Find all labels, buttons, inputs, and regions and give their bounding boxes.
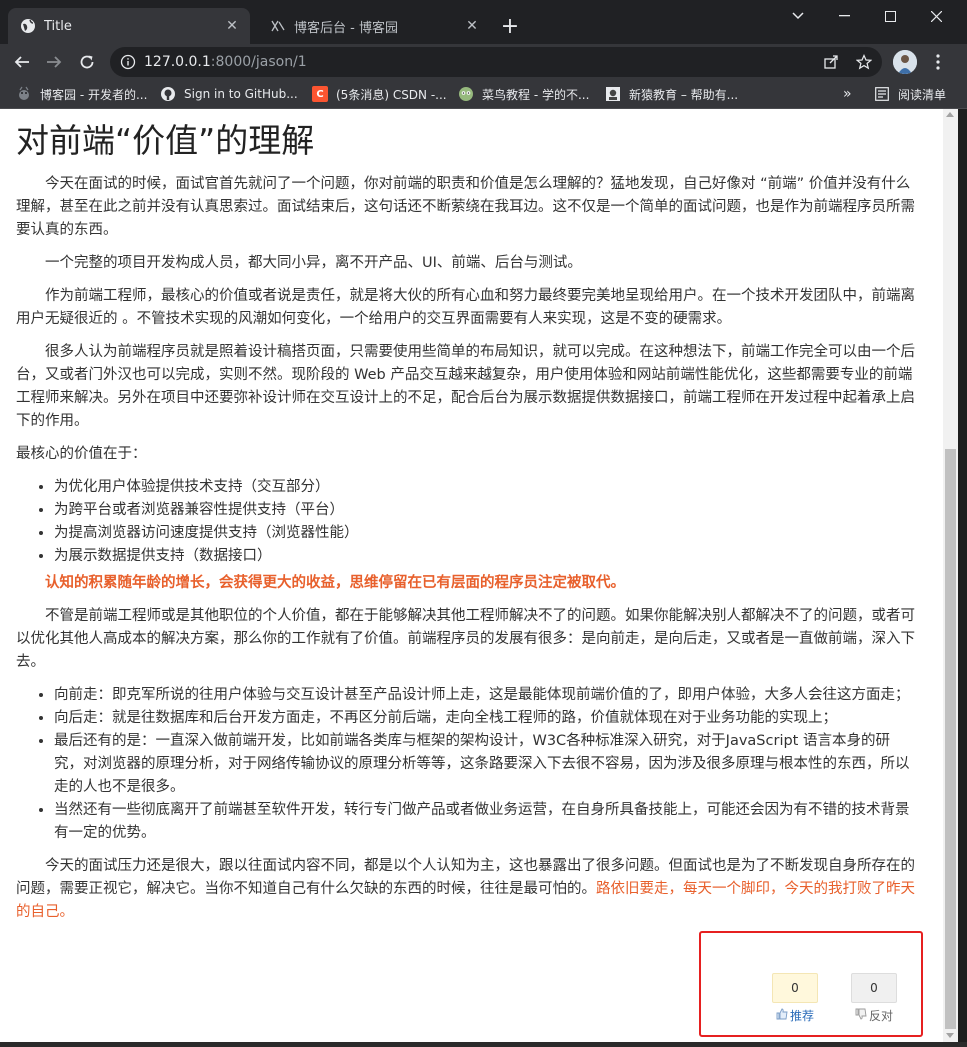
- profile-avatar[interactable]: [893, 50, 917, 74]
- reading-list-label: 阅读清单: [898, 87, 947, 102]
- bookmark-label: 菜鸟教程 - 学的不...: [482, 87, 590, 102]
- more-menu-icon[interactable]: [928, 50, 948, 74]
- tab-search-icon[interactable]: [775, 0, 821, 32]
- scrollbar-thumb[interactable]: [945, 449, 956, 1029]
- tab-label: 博客后台 - 博客园: [294, 20, 398, 36]
- list-item: 当然还有一些彻底离开了前端甚至软件开发，转行专门做产品或者做业务运营，在自身所具…: [54, 799, 916, 845]
- maximize-icon[interactable]: [867, 0, 913, 32]
- info-icon[interactable]: [120, 54, 136, 70]
- reading-list-button[interactable]: 阅读清单: [874, 84, 946, 104]
- bookmark-xinyuan[interactable]: 新猿教育 – 帮助有...: [605, 84, 738, 104]
- vote-box: 0 推荐 0 反对: [699, 931, 923, 1037]
- paragraph: 不管是前端工程师或是其他职位的个人价值，都在于能够解决其他工程师解决不了的问题。…: [16, 608, 915, 670]
- emphasis-text: 认知的积累随年龄的增长，会获得更大的收益，思维停留在已有层面的程序员注定被取代。: [45, 575, 625, 591]
- bookmarks-bar: 博客园 - 开发者的... Sign in to GitHub... C (5条…: [0, 80, 967, 109]
- page-viewport: 对前端“价值”的理解 今天在面试的时候，面试官首先就问了一个问题，你对前端的职责…: [0, 109, 943, 1042]
- cnblogs-icon: [270, 18, 286, 34]
- paragraph: 作为前端工程师，最核心的价值或者说是责任，就是将大伙的所有心血和努力最终要完美地…: [16, 288, 915, 327]
- new-tab-button[interactable]: +: [498, 14, 522, 39]
- article: 对前端“价值”的理解 今天在面试的时候，面试官首先就问了一个问题，你对前端的职责…: [16, 119, 916, 934]
- digg-label: 推荐: [789, 1009, 814, 1023]
- background-window-edge: [958, 109, 967, 1042]
- core-value-label: 最核心的价值在于：: [16, 446, 147, 462]
- close-tab-icon[interactable]: ✕: [222, 16, 242, 36]
- article-title: 对前端“价值”的理解: [16, 121, 315, 160]
- scroll-up-arrow-icon[interactable]: [946, 112, 954, 117]
- more-bookmarks-button[interactable]: »: [843, 84, 852, 104]
- digg-count: 0: [772, 973, 818, 1003]
- reload-icon[interactable]: [73, 48, 101, 76]
- url-host: 127.0.0.1: [144, 54, 211, 70]
- thumbs-down-icon: [855, 1008, 867, 1023]
- runoob-icon: [458, 86, 474, 102]
- close-tab-icon[interactable]: ✕: [462, 16, 482, 36]
- closing-paragraph: 今天的面试压力还是很大，跟以往面试内容不同，都是以个人认知为主，这也暴露出了很多…: [16, 855, 916, 924]
- globe-icon: [20, 18, 36, 34]
- bookmark-cnblogs[interactable]: 博客园 - 开发者的...: [16, 84, 147, 104]
- bookmark-runoob[interactable]: 菜鸟教程 - 学的不...: [458, 84, 589, 104]
- tab-strip: Title ✕ 博客后台 - 博客园 ✕ +: [0, 0, 967, 44]
- scroll-down-arrow-icon[interactable]: [946, 1033, 954, 1038]
- core-value-list: 为优化用户体验提供技术支持（交互部分） 为跨平台或者浏览器兼容性提供支持（平台）…: [16, 476, 916, 568]
- github-icon: [160, 86, 176, 102]
- bookmark-github[interactable]: Sign in to GitHub...: [160, 84, 298, 104]
- list-item: 为优化用户体验提供技术支持（交互部分）: [54, 476, 916, 499]
- bookmark-label: 博客园 - 开发者的...: [40, 87, 148, 102]
- career-path-list: 向前走：即克军所说的往用户体验与交互设计甚至产品设计师上走，这是最能体现前端价值…: [16, 684, 916, 845]
- paragraph: 一个完整的项目开发构成人员，都大同小异，离不开产品、UI、前端、后台与测试。: [45, 255, 582, 271]
- forward-arrow-icon[interactable]: [40, 48, 68, 76]
- minimize-icon[interactable]: [821, 0, 867, 32]
- xinyuan-icon: [605, 86, 621, 102]
- bookmark-label: Sign in to GitHub...: [184, 87, 298, 101]
- tab-blog-admin[interactable]: 博客后台 - 博客园 ✕: [258, 8, 490, 44]
- paragraph: 今天在面试的时候，面试官首先就问了一个问题，你对前端的职责和价值是怎么理解的？猛…: [16, 176, 915, 238]
- list-item: 为展示数据提供支持（数据接口）: [54, 545, 916, 568]
- thumbs-up-icon: [776, 1008, 788, 1023]
- bury-label: 反对: [868, 1009, 893, 1023]
- vertical-scrollbar[interactable]: [943, 109, 958, 1042]
- bookmark-star-icon[interactable]: [855, 53, 873, 71]
- cnblogs-icon: [16, 86, 32, 102]
- browser-toolbar: 127.0.0.1:8000/jason/1: [0, 44, 967, 80]
- bookmark-label: 新猿教育 – 帮助有...: [629, 87, 739, 102]
- paragraph: 很多人认为前端程序员就是照着设计稿搭页面，只需要使用些简单的布局知识，就可以完成…: [16, 344, 915, 429]
- list-item: 最后还有的是：一直深入做前端开发，比如前端各类库与框架的架构设计，W3C各种标准…: [54, 730, 916, 799]
- csdn-icon: C: [312, 86, 328, 102]
- close-window-icon[interactable]: [913, 0, 959, 32]
- bookmark-csdn[interactable]: C (5条消息) CSDN -...: [312, 84, 447, 104]
- list-item: 为跨平台或者浏览器兼容性提供支持（平台）: [54, 499, 916, 522]
- url-path: :8000/jason/1: [210, 54, 307, 70]
- bookmark-label: (5条消息) CSDN -...: [336, 87, 447, 102]
- list-item: 向前走：即克军所说的往用户体验与交互设计甚至产品设计师上走，这是最能体现前端价值…: [54, 684, 916, 707]
- address-bar[interactable]: 127.0.0.1:8000/jason/1: [110, 47, 882, 77]
- taskbar-edge: [0, 1042, 967, 1047]
- list-item: 向后走：就是往数据库和后台开发方面走，不再区分前后端，走向全栈工程师的路，价值就…: [54, 707, 916, 730]
- digg-button[interactable]: 推荐: [772, 1007, 818, 1024]
- url-text: 127.0.0.1:8000/jason/1: [144, 54, 307, 70]
- bury-button[interactable]: 反对: [851, 1007, 897, 1024]
- reading-list-icon: [874, 86, 890, 102]
- tab-title[interactable]: Title ✕: [8, 8, 250, 44]
- digg-vote[interactable]: 0 推荐: [772, 973, 818, 1024]
- list-item: 为提高浏览器访问速度提供支持（浏览器性能）: [54, 522, 916, 545]
- bury-vote[interactable]: 0 反对: [851, 973, 897, 1024]
- share-icon[interactable]: [822, 53, 840, 71]
- bury-count: 0: [851, 973, 897, 1003]
- tab-label: Title: [44, 18, 72, 34]
- back-arrow-icon[interactable]: [8, 48, 36, 76]
